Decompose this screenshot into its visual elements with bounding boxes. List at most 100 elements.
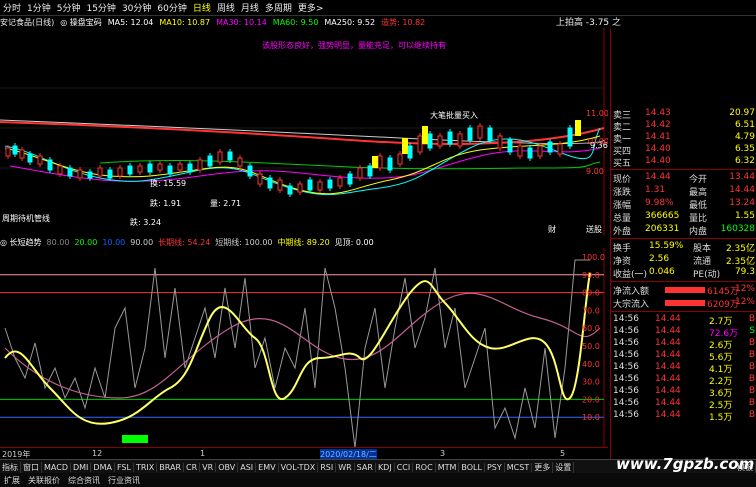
tick-row: 14:56 14.44 3.6万 B xyxy=(611,386,756,399)
indicator-button-13[interactable]: VOL-TDX xyxy=(279,462,319,472)
order-price: 14.40 xyxy=(645,156,671,166)
indicator-button-4[interactable]: DMA xyxy=(91,462,115,472)
quote-value: 13.44 xyxy=(729,172,755,182)
price-chart[interactable]: 该股形态良好，强势明显，量能充足，可以继续持有大笔批量买入换: 15.59 跌: … xyxy=(0,28,608,236)
candle xyxy=(247,165,253,177)
tab-9[interactable]: 多周期 xyxy=(262,1,295,14)
stat-value: 0.046 xyxy=(649,267,675,277)
tick-time: 14:56 xyxy=(613,350,639,360)
tick-direction: B xyxy=(748,398,755,408)
candle xyxy=(87,171,93,179)
tab-1[interactable]: 1分钟 xyxy=(24,1,54,14)
extension-button-0[interactable]: 扩展 xyxy=(0,475,24,486)
candle xyxy=(107,169,113,179)
indicator-button-21[interactable]: BOLL xyxy=(459,462,485,472)
candle xyxy=(57,165,63,175)
candle xyxy=(427,133,433,149)
date-label: 12 xyxy=(92,449,103,458)
tab-3[interactable]: 15分钟 xyxy=(83,1,118,14)
indicator-axis-label: 10.0 xyxy=(582,413,600,422)
candle xyxy=(517,145,523,157)
indicator-value-2: 20.00 xyxy=(74,237,98,247)
indicator-chart[interactable]: 100.0 90.0 80.0 70.0 60.0 50.0 40.0 30.0 20.0 10.… xyxy=(0,248,608,447)
ma-value-1: MA5: 12.04 xyxy=(107,17,154,27)
quote-value: 9.98% xyxy=(645,198,674,208)
tick-row: 14:56 14.44 2.7万 B xyxy=(611,314,756,327)
tick-row: 14:56 14.44 2.2万 B xyxy=(611,374,756,387)
indicator-button-11[interactable]: ASI xyxy=(238,462,257,472)
indicator-button-20[interactable]: MTM xyxy=(436,462,460,472)
indicator-button-6[interactable]: TRIX xyxy=(134,462,158,472)
indicator-button-3[interactable]: DMI xyxy=(71,462,92,472)
indicator-button-5[interactable]: FSL xyxy=(115,462,134,472)
flow-pct: 12% xyxy=(734,297,755,307)
candle xyxy=(337,177,343,187)
signal-bar xyxy=(575,120,581,136)
quote-row: 涨跌 1.31 最高 14.44 xyxy=(611,185,756,198)
indicator-button-7[interactable]: BRAR xyxy=(157,462,185,472)
quote-value: 13.24 xyxy=(729,198,755,208)
extension-button-2[interactable]: 综合资讯 xyxy=(64,475,104,486)
quote-value: 206331 xyxy=(645,224,680,234)
date-label: 1 xyxy=(200,449,206,458)
candle xyxy=(417,135,423,153)
indicator-axis-label: 20.0 xyxy=(582,395,600,404)
indicator-button-12[interactable]: EMV xyxy=(256,462,279,472)
indicator-value-0: ◎ 长短趋势 xyxy=(0,237,42,247)
candle xyxy=(357,167,363,179)
tick-direction: B xyxy=(748,386,755,396)
indicator-button-10[interactable]: OBV xyxy=(216,462,239,472)
tick-row: 14:56 14.44 4.1万 B xyxy=(611,362,756,375)
indicator-button-25[interactable]: 设置 xyxy=(553,461,575,473)
indicator-button-8[interactable]: CR xyxy=(184,462,201,472)
tab-7[interactable]: 周线 xyxy=(214,1,238,14)
indicator-button-18[interactable]: CCI xyxy=(395,462,414,472)
ma-value-2: MA10: 10.87 xyxy=(159,17,211,27)
candle xyxy=(487,127,493,141)
indicator-button-0[interactable]: 指标 xyxy=(0,461,21,473)
indicator-button-1[interactable]: 窗口 xyxy=(21,461,42,473)
quote-label: 今开 xyxy=(689,175,708,185)
extension-button-1[interactable]: 关联报价 xyxy=(24,475,64,486)
tab-0[interactable]: 分时 xyxy=(0,1,24,14)
tab-4[interactable]: 30分钟 xyxy=(119,1,154,14)
candle xyxy=(12,145,18,155)
tick-row: 14:56 14.44 2.5万 B xyxy=(611,398,756,411)
indicator-button-2[interactable]: MACD xyxy=(42,462,71,472)
indicator-value-6: 短期线: 100.00 xyxy=(215,237,273,247)
tick-time: 14:56 xyxy=(613,410,639,420)
tab-6[interactable]: 日线 xyxy=(190,1,214,14)
quote-value: 366665 xyxy=(645,211,680,221)
tab-5[interactable]: 60分钟 xyxy=(154,1,189,14)
stat-row: 换手 15.59% 股本 2.35亿 xyxy=(611,241,756,254)
stat-value: 2.35亿 xyxy=(725,244,755,254)
candle xyxy=(47,159,53,171)
candle xyxy=(437,135,443,147)
indicator-button-19[interactable]: ROC xyxy=(413,462,436,472)
indicator-button-16[interactable]: SAR xyxy=(355,462,376,472)
quote-label: 最高 xyxy=(689,188,708,198)
tick-direction: B xyxy=(748,338,755,348)
tick-price: 14.44 xyxy=(655,374,681,384)
indicator-button-24[interactable]: 更多 xyxy=(532,461,554,473)
tick-time: 14:56 xyxy=(613,326,639,336)
indicator-button-15[interactable]: WR xyxy=(336,462,355,472)
candle xyxy=(167,165,173,175)
candle xyxy=(117,167,123,177)
candle xyxy=(257,173,263,185)
tab-8[interactable]: 月线 xyxy=(238,1,262,14)
indicator-value-3: 10.00 xyxy=(102,237,126,247)
tab-2[interactable]: 5分钟 xyxy=(54,1,84,14)
price-axis-label: 9.00 xyxy=(586,167,604,176)
extension-button-3[interactable]: 行业资讯 xyxy=(104,475,144,486)
quote-label: 量比 xyxy=(689,214,708,224)
indicator-button-9[interactable]: VR xyxy=(200,462,217,472)
stat-label: 净资 xyxy=(613,257,632,267)
flow-bar xyxy=(665,300,705,306)
indicator-button-14[interactable]: RSI xyxy=(318,462,337,472)
indicator-button-23[interactable]: MCST xyxy=(505,462,533,472)
indicator-bar: ◎ 长短趋势 80.00 20.00 10.00 90.00 长期线: 54.24 短期线:… xyxy=(0,236,608,248)
indicator-button-17[interactable]: KDJ xyxy=(376,462,395,472)
indicator-button-22[interactable]: PSY xyxy=(485,462,505,472)
tab-10[interactable]: 更多> xyxy=(295,1,327,14)
